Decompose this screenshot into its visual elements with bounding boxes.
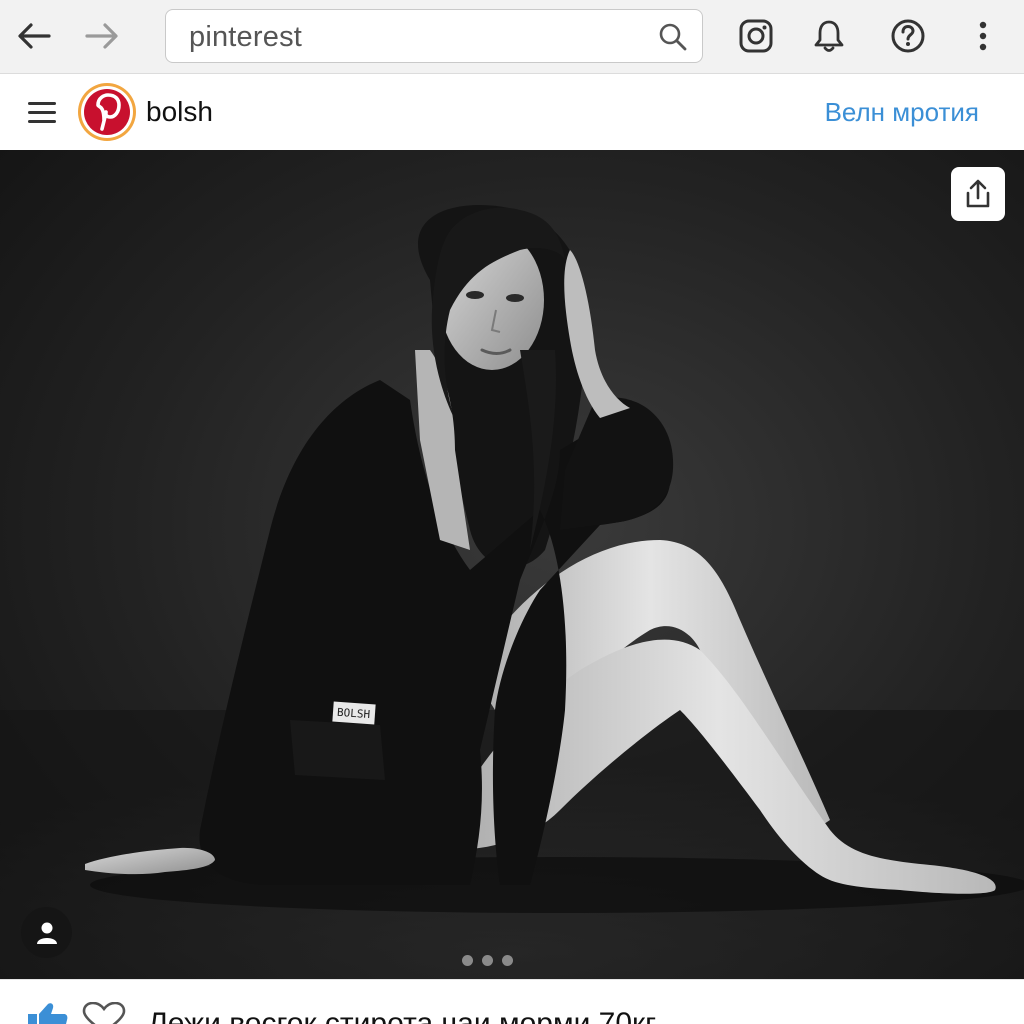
- header-link[interactable]: Велн мротия: [825, 97, 979, 128]
- carousel-dot[interactable]: [502, 955, 513, 966]
- browser-toolbar: pinterest: [0, 0, 1024, 74]
- address-bar[interactable]: pinterest: [165, 9, 703, 63]
- jacket-patch-label: BOLSH: [337, 706, 371, 721]
- address-text: pinterest: [189, 21, 303, 53]
- photo-illustration: BOLSH: [0, 205, 1024, 979]
- caption-text: Лежи восгок стирота чаи морми 70кг: [148, 1007, 657, 1024]
- heart-icon[interactable]: [82, 1002, 126, 1024]
- share-icon[interactable]: [951, 167, 1005, 221]
- site-header: bolsh Велн мротия: [0, 75, 1024, 150]
- carousel-dots: [462, 955, 513, 966]
- forward-arrow-icon[interactable]: [81, 15, 123, 57]
- thumbs-up-icon[interactable]: [26, 1002, 68, 1024]
- carousel-dot[interactable]: [462, 955, 473, 966]
- page: pinterest bolsh Велн мротия BOLSH Лежи в…: [0, 0, 1024, 1024]
- brand-name[interactable]: bolsh: [146, 96, 213, 128]
- bell-icon[interactable]: [808, 15, 850, 57]
- pin-caption: Лежи восгок стирота чаи морми 70кг: [0, 979, 1024, 1024]
- pinterest-logo-icon[interactable]: [78, 83, 136, 141]
- instagram-icon[interactable]: [735, 15, 777, 57]
- carousel-dot[interactable]: [482, 955, 493, 966]
- search-icon[interactable]: [658, 22, 688, 52]
- more-vertical-icon[interactable]: [962, 15, 1004, 57]
- hamburger-icon[interactable]: [28, 99, 58, 125]
- user-icon[interactable]: [21, 907, 72, 958]
- help-icon[interactable]: [887, 15, 929, 57]
- pin-photo[interactable]: BOLSH: [0, 150, 1024, 979]
- back-arrow-icon[interactable]: [13, 15, 55, 57]
